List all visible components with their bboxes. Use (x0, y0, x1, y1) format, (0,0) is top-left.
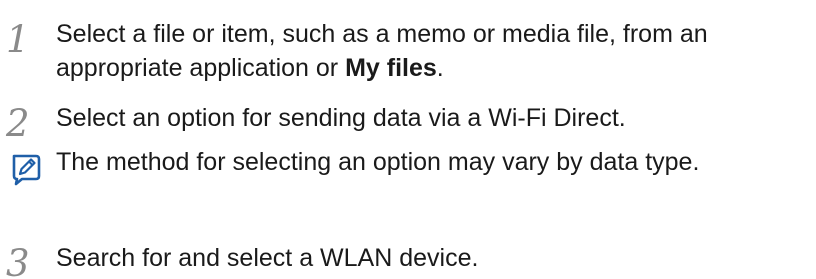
step-number: 2 (6, 102, 30, 145)
step-2: 2 Select an option for sending data via … (0, 101, 816, 142)
instruction-page: 1 Select a file or item, such as a memo … (0, 0, 816, 279)
step-3: 3 Search for and select a WLAN device. (0, 241, 816, 279)
step-number: 1 (6, 18, 30, 61)
step-1: 1 Select a file or item, such as a memo … (0, 17, 816, 87)
note-text: The method for selecting an option may v… (56, 148, 700, 176)
step-number: 3 (6, 242, 30, 279)
step-text: Search for and select a WLAN device. (56, 244, 479, 272)
step-text: Select an option for sending data via a … (56, 104, 626, 132)
step-text-end: . (436, 54, 444, 82)
step-text-bold: My files (345, 54, 437, 82)
step-text: Select a file or item, such as a memo or… (56, 17, 814, 85)
note-pencil-icon (12, 154, 41, 186)
note-block: The method for selecting an option may v… (0, 146, 816, 226)
